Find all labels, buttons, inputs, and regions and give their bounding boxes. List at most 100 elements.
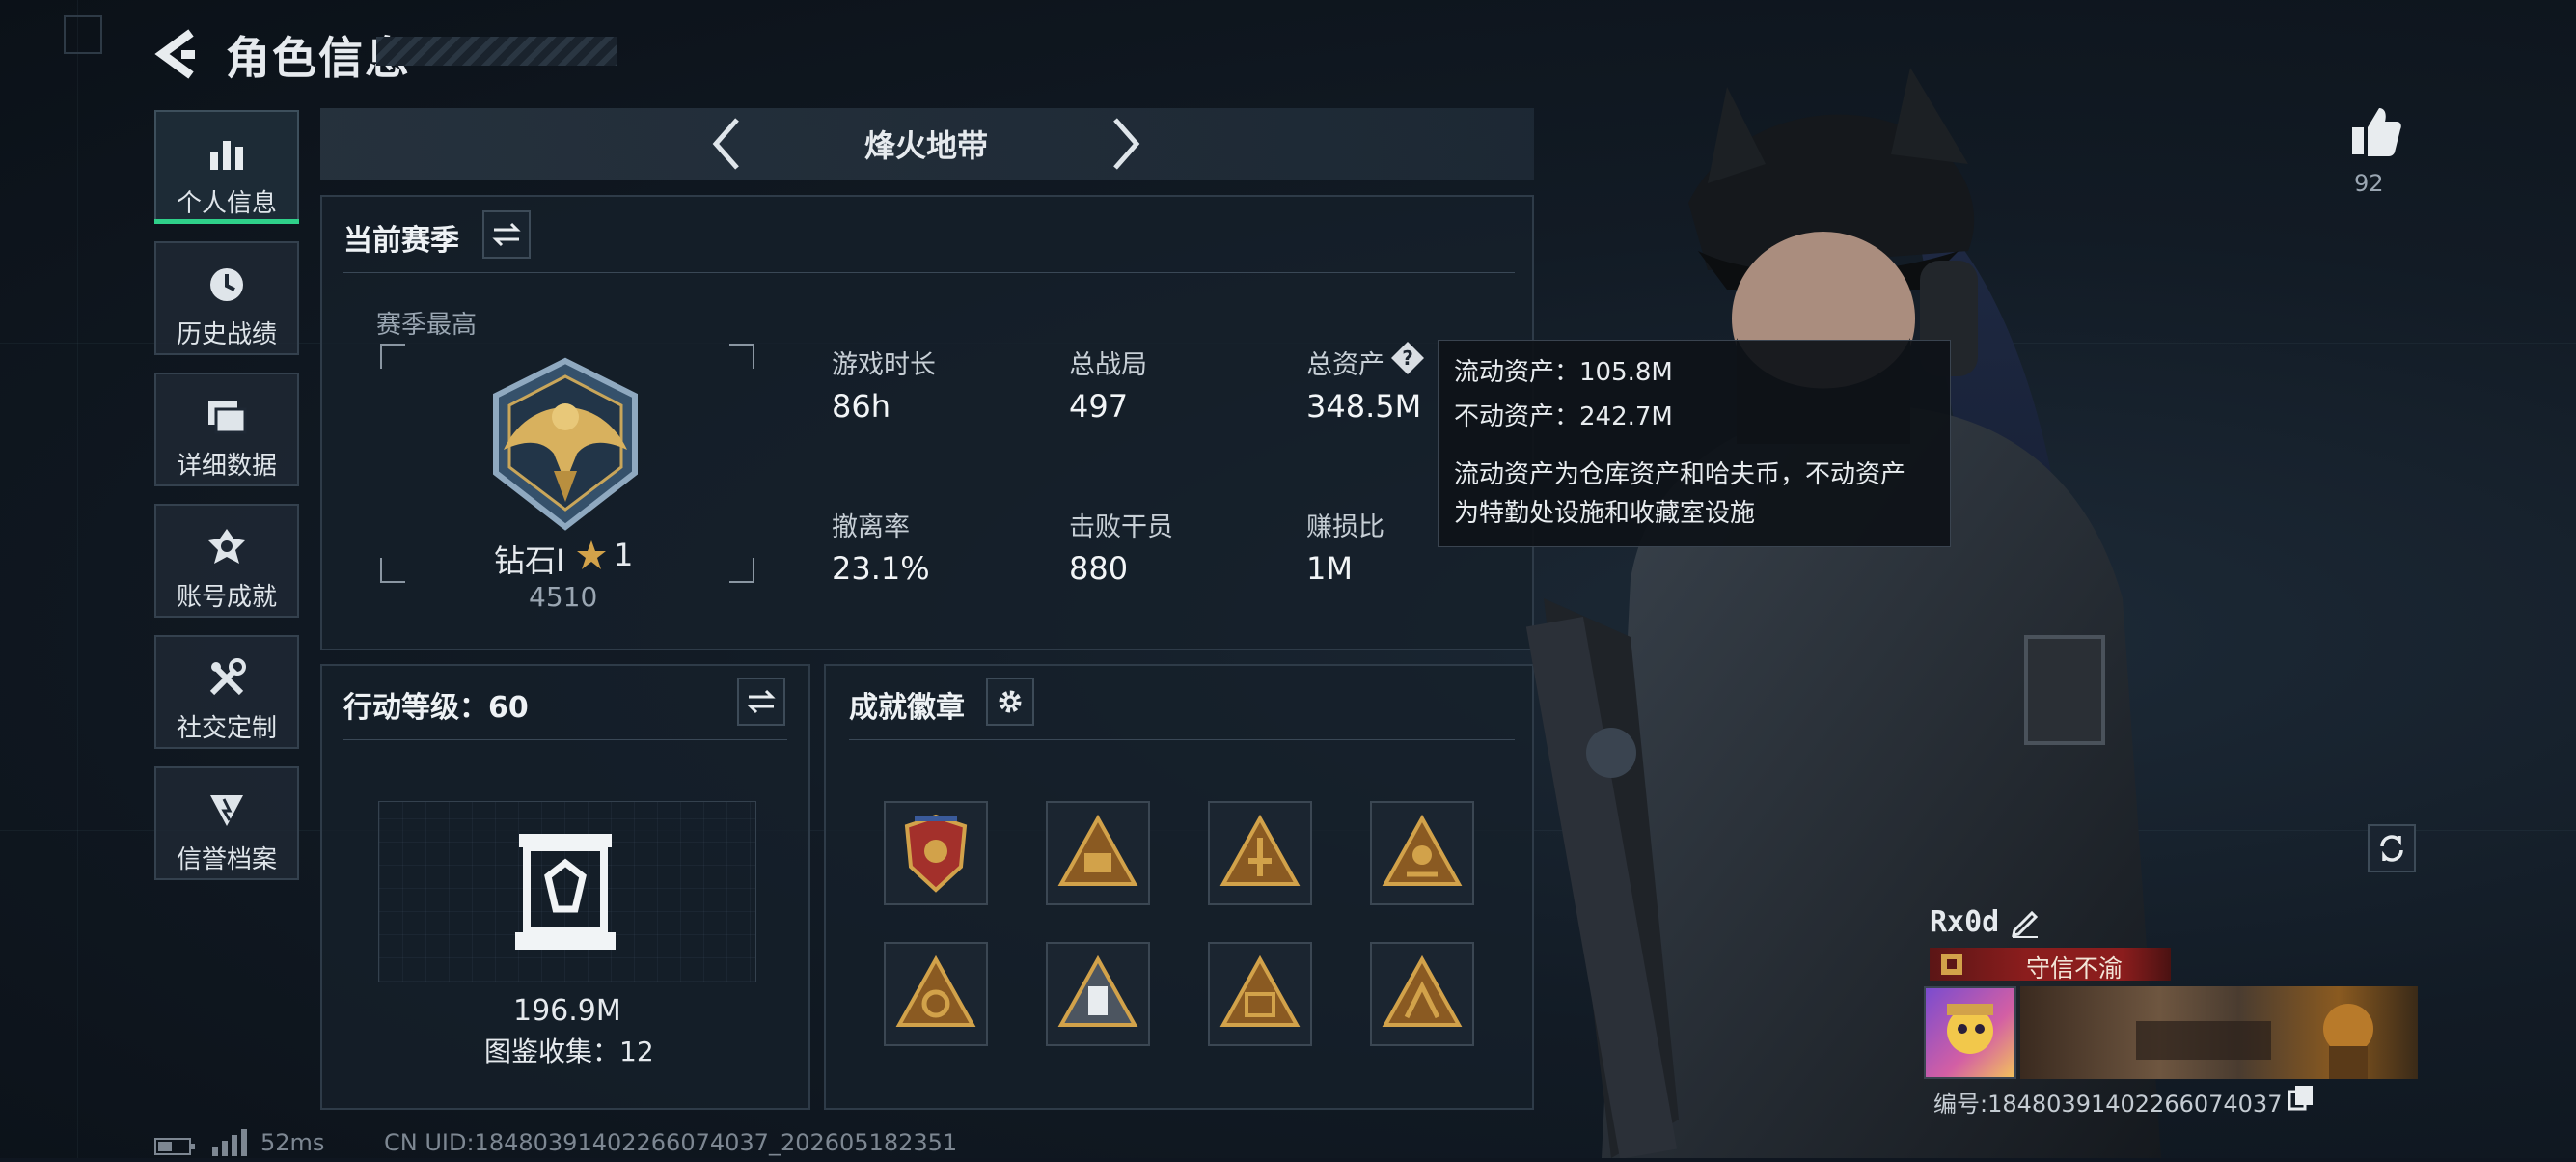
sidebar-item-label: 历史战绩	[176, 320, 277, 349]
collection-value: 196.9M	[513, 994, 621, 1028]
mode-next-button[interactable]	[1102, 114, 1148, 174]
stat-label: 撤离率	[832, 512, 910, 542]
sidebar-item-personal-info[interactable]: 个人信息	[154, 110, 299, 224]
achievement-badge[interactable]	[884, 942, 988, 1046]
tooltip-line: 为特勤处设施和收藏室设施	[1454, 499, 1756, 528]
collection-count: 图鉴收集：12	[484, 1036, 654, 1067]
refresh-button[interactable]	[2368, 824, 2416, 872]
corner-square	[64, 15, 102, 54]
stat-label: 游戏时长	[832, 350, 936, 380]
help-icon[interactable]: ?	[1389, 340, 1426, 376]
sidebar-item-label: 账号成就	[176, 583, 277, 612]
folder-icon	[206, 396, 247, 438]
tooltip-line: 不动资产：242.7M	[1454, 402, 1673, 431]
stat-value: 86h	[832, 388, 891, 425]
shield-badge-icon	[904, 814, 968, 893]
tooltip-line: 流动资产为仓库资产和哈夫币，不动资产	[1454, 460, 1906, 489]
achievement-badge[interactable]	[1208, 942, 1312, 1046]
triangle-badge-icon	[1057, 814, 1138, 886]
pencil-icon	[2012, 910, 2039, 938]
triangle-badge-icon	[1219, 814, 1301, 886]
chevron-right-icon	[1113, 118, 1140, 170]
tooltip-line: 流动资产：105.8M	[1454, 358, 1673, 387]
edit-name-button[interactable]	[2009, 905, 2042, 938]
player-avatar[interactable]	[1924, 986, 2016, 1079]
sidebar-item-label: 个人信息	[176, 189, 277, 218]
action-level-switch-button[interactable]	[737, 678, 785, 726]
collection-case-icon	[515, 832, 616, 955]
sidebar-item-social-custom[interactable]: 社交定制	[154, 635, 299, 749]
sidebar-item-history[interactable]: 历史战绩	[154, 241, 299, 355]
achievement-badge[interactable]	[1208, 801, 1312, 905]
stat-label: 总资产	[1306, 350, 1384, 380]
title-emblem-icon	[1935, 948, 1968, 984]
achievement-badge[interactable]	[1046, 801, 1150, 905]
frame-corner	[729, 558, 754, 583]
sidebar-item-achievements[interactable]: 账号成就	[154, 504, 299, 618]
battery-icon	[154, 1137, 197, 1160]
triangle-badge-icon	[1219, 954, 1301, 1027]
stat-label: 击败干员	[1069, 512, 1173, 542]
stat-label: 赚损比	[1306, 512, 1384, 542]
chevron-left-icon	[712, 118, 739, 170]
swap-icon	[492, 222, 521, 247]
frame-corner	[729, 344, 754, 369]
ping-value: 52ms	[260, 1129, 325, 1156]
gear-icon	[999, 690, 1022, 713]
rank-stars: 1	[614, 537, 634, 573]
copy-icon	[2288, 1086, 2313, 1111]
stat-label: 总战局	[1069, 350, 1147, 380]
sidebar-item-credit-file[interactable]: 信誉档案	[154, 766, 299, 880]
stat-value: 497	[1069, 388, 1129, 425]
back-arrow-icon	[154, 29, 195, 79]
thumbs-up-icon	[2352, 108, 2401, 156]
like-count: 92	[2354, 170, 2384, 197]
rank-emblem	[480, 357, 650, 531]
mode-label: 烽火地带	[863, 127, 988, 164]
frame-corner	[380, 558, 405, 583]
rank-star-icon	[575, 539, 608, 575]
season-switch-button[interactable]	[482, 210, 531, 259]
rank-name: 钻石Ⅰ	[494, 542, 565, 579]
achievements-settings-button[interactable]	[986, 678, 1034, 726]
frame-corner	[380, 344, 405, 369]
triangle-badge-icon	[1382, 954, 1463, 1027]
uid-text: CN UID:18480391402266074037_202605182351	[384, 1129, 958, 1156]
sidebar-item-label: 社交定制	[176, 714, 277, 743]
bar-chart-icon	[207, 133, 246, 176]
bg-grid-line	[77, 0, 78, 1158]
achievement-icon	[206, 527, 247, 571]
achievement-badge[interactable]	[1370, 801, 1474, 905]
refresh-icon	[2380, 835, 2403, 862]
swap-icon	[747, 689, 776, 714]
sidebar-item-detail-data[interactable]: 详细数据	[154, 373, 299, 486]
season-title: 当前赛季	[343, 224, 459, 258]
achievement-badge[interactable]	[1046, 942, 1150, 1046]
stat-value: 880	[1069, 550, 1129, 587]
title-rule	[343, 272, 1515, 273]
rank-points: 4510	[529, 581, 598, 613]
copy-id-button[interactable]	[2287, 1083, 2316, 1112]
history-icon	[206, 264, 247, 309]
triangle-badge-icon	[1382, 814, 1463, 886]
stat-value: 23.1%	[832, 550, 930, 587]
mode-prev-button[interactable]	[704, 114, 751, 174]
stat-value: 1M	[1306, 550, 1353, 587]
asset-tooltip: 流动资产：105.8M 不动资产：242.7M 流动资产为仓库资产和哈夫币，不动…	[1438, 340, 1951, 547]
player-name: Rx0d	[1930, 905, 2000, 939]
title-rule	[849, 739, 1515, 740]
season-best-label: 赛季最高	[376, 311, 478, 340]
achievement-badge[interactable]	[884, 801, 988, 905]
stat-value: 348.5M	[1306, 388, 1422, 425]
svg-text:?: ?	[1402, 346, 1413, 370]
action-level-title: 行动等级：60	[343, 691, 529, 725]
back-button[interactable]	[152, 27, 201, 81]
sidebar-item-label: 详细数据	[176, 452, 277, 481]
sidebar-item-label: 信誉档案	[176, 845, 277, 874]
player-id: 编号:18480391402266074037	[1933, 1091, 2283, 1118]
achievement-badge[interactable]	[1370, 942, 1474, 1046]
achievements-title: 成就徽章	[849, 691, 965, 725]
credit-icon	[206, 789, 247, 834]
triangle-badge-icon	[1057, 954, 1138, 1027]
like-button[interactable]	[2348, 104, 2402, 158]
